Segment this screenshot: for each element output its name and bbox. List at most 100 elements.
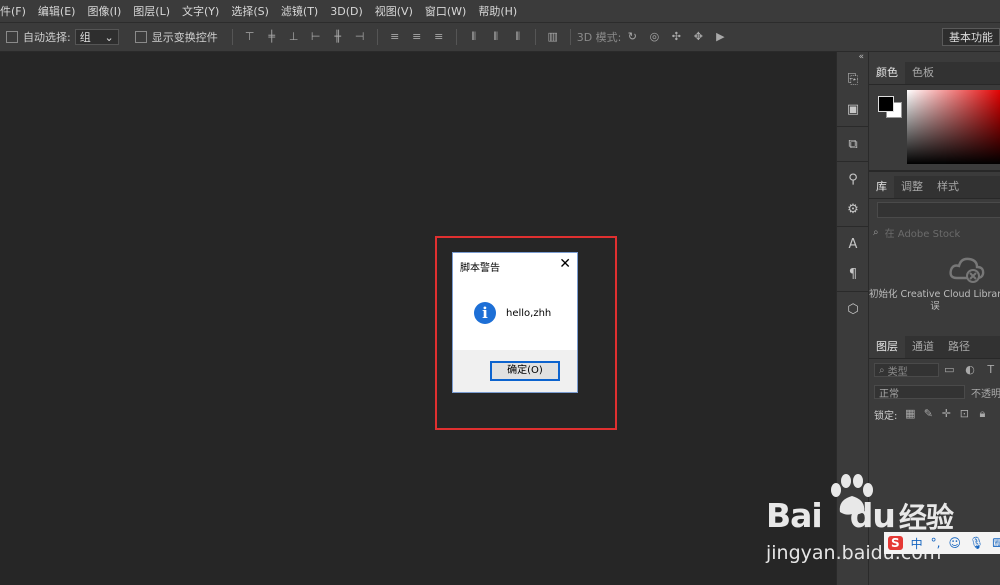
lock-transparent-icon[interactable]: ▦ [904,408,916,420]
dialog-title-bar: 脚本警告 ✕ [453,253,577,277]
ime-punct[interactable]: °, [931,536,941,550]
distribute-top-icon[interactable]: ≡ [389,31,401,43]
auto-select-value: 组 [79,31,91,44]
tab-paths[interactable]: 路径 [941,336,977,358]
blend-mode-dropdown[interactable]: 正常 [874,385,965,400]
foreground-color-swatch[interactable] [878,96,894,112]
slide-3d-icon[interactable]: ✥ [692,31,704,43]
script-alert-dialog: 脚本警告 ✕ i hello,zhh 确定(O) [452,252,578,393]
roll-3d-icon[interactable]: ◎ [648,31,660,43]
sogou-logo-icon[interactable]: S [888,536,903,550]
info-icon: i [474,302,496,324]
menu-layer[interactable]: 图层(L) [127,3,176,19]
keyboard-icon[interactable]: ⌨ [992,536,1000,550]
lock-position-icon[interactable]: ✛ [940,408,952,420]
brush-settings-icon[interactable]: ⚙ [837,194,869,224]
lock-row: 锁定: ▦ ✎ ✛ ⊡ 🔒︎ [869,403,1000,425]
orbit-3d-icon[interactable]: ↻ [626,31,638,43]
lock-artboard-icon[interactable]: ⊡ [958,408,970,420]
tab-channels[interactable]: 通道 [905,336,941,358]
properties-icon[interactable]: ▣ [837,94,869,124]
menu-image[interactable]: 图像(I) [81,3,127,19]
lock-image-icon[interactable]: ✎ [922,408,934,420]
canvas-area[interactable] [0,52,836,585]
distribute-left-icon[interactable]: ⫴ [468,31,480,43]
menu-help[interactable]: 帮助(H) [472,3,523,19]
tab-libraries[interactable]: 库 [869,176,894,198]
layer-kind-dropdown[interactable]: ⌕ 类型 [874,363,940,378]
adjustment-filter-icon[interactable]: ◐ [965,364,976,376]
auto-select-dropdown[interactable]: 组 ⌄ [74,29,119,45]
align-hcenter-icon[interactable]: ╫ [332,31,344,43]
3d-cube-icon[interactable]: ⬡ [837,294,869,324]
show-transform-checkbox[interactable] [134,31,147,43]
lock-label: 锁定: [874,410,898,422]
dialog-title: 脚本警告 [460,263,500,274]
library-search[interactable]: ⌕ 在 Adobe Stock [873,224,1000,240]
type-filter-icon[interactable]: T [985,364,996,376]
cloud-sync-icon [949,257,985,283]
tab-adjustments[interactable]: 调整 [894,176,930,198]
opacity-label: 不透明 [971,388,1000,400]
watermark-logo-text: Bai du 经验 [766,496,954,536]
library-panel: 库 调整 样式 ⌕ 在 Adobe Stock 初始化 Creative Clo… [869,172,1000,338]
drag-3d-icon[interactable]: ✣ [670,31,682,43]
align-bottom-icon[interactable]: ⊥ [288,31,300,43]
distribute-hcenter-icon[interactable]: ⫴ [490,31,502,43]
ok-button[interactable]: 确定(O) [490,361,560,381]
menu-file[interactable]: 件(F) [0,3,32,19]
show-transform-label: 显示变换控件 [151,31,218,44]
auto-select-checkbox[interactable] [6,31,18,43]
align-left-icon[interactable]: ⊢ [310,31,322,43]
emoji-icon[interactable]: ☺ [949,536,962,550]
camera-3d-icon[interactable]: ▶ [714,31,726,43]
close-icon[interactable]: ✕ [559,256,571,272]
menu-bar: 件(F) 编辑(E) 图像(I) 图层(L) 文字(Y) 选择(S) 滤镜(T)… [0,0,1000,22]
ime-lang[interactable]: 中 [911,535,923,552]
tab-color[interactable]: 颜色 [869,62,905,84]
search-icon: ⌕ [879,364,885,376]
mode-3d-label: 3D 模式: [576,31,622,44]
divider [534,29,536,45]
paragraph-icon[interactable]: ¶ [837,259,869,289]
library-dropdown[interactable] [877,202,1000,218]
menu-3d[interactable]: 3D(D) [324,5,369,18]
distribute-right-icon[interactable]: ⫴ [512,31,524,43]
microphone-icon[interactable]: 🎙︎ [969,536,984,550]
watermark-logo-bai: Bai [766,496,823,535]
layer-filter-row: ⌕ 类型 ▭ ◐ T [869,359,1000,381]
align-right-icon[interactable]: ⊣ [354,31,366,43]
dialog-message: hello,zhh [506,308,552,319]
menu-filter[interactable]: 滤镜(T) [275,3,324,19]
tab-styles[interactable]: 样式 [930,176,966,198]
distribute-bottom-icon[interactable]: ≡ [433,31,445,43]
auto-align-icon[interactable]: ▥ [547,31,559,43]
lock-all-icon[interactable]: 🔒︎ [976,408,988,420]
character-icon[interactable]: A [837,229,869,259]
layers-panel-tabs: 图层 通道 路径 [869,336,1000,359]
align-vcenter-icon[interactable]: ╪ [266,31,278,43]
workspace-button[interactable]: 基本功能 [942,28,1000,46]
tab-layers[interactable]: 图层 [869,336,905,358]
menu-edit[interactable]: 编辑(E) [32,3,82,19]
ime-toolbar: S 中 °, ☺ 🎙︎ ⌨ [884,532,1000,554]
collapse-arrows-icon[interactable]: « [837,52,868,64]
brush-icon[interactable]: ⚲ [837,164,869,194]
clone-source-icon[interactable]: ⧉ [837,129,869,159]
menu-view[interactable]: 视图(V) [369,3,419,19]
divider [837,161,868,162]
menu-type[interactable]: 文字(Y) [176,3,225,19]
color-spectrum[interactable] [907,90,1000,164]
divider [837,291,868,292]
distribute-vcenter-icon[interactable]: ≡ [411,31,423,43]
divider [569,29,571,45]
menu-select[interactable]: 选择(S) [225,3,275,19]
align-top-icon[interactable]: ⊤ [244,31,256,43]
divider [231,29,233,45]
options-bar: 自动选择: 组 ⌄ 显示变换控件 ⊤ ╪ ⊥ ⊢ ╫ ⊣ ≡ ≡ ≡ ⫴ ⫴ ⫴… [0,22,1000,52]
tab-swatches[interactable]: 色板 [905,62,941,84]
history-icon[interactable]: ⎘ [837,64,869,94]
image-filter-icon[interactable]: ▭ [944,364,955,376]
menu-window[interactable]: 窗口(W) [419,3,472,19]
library-panel-tabs: 库 调整 样式 [869,176,1000,199]
